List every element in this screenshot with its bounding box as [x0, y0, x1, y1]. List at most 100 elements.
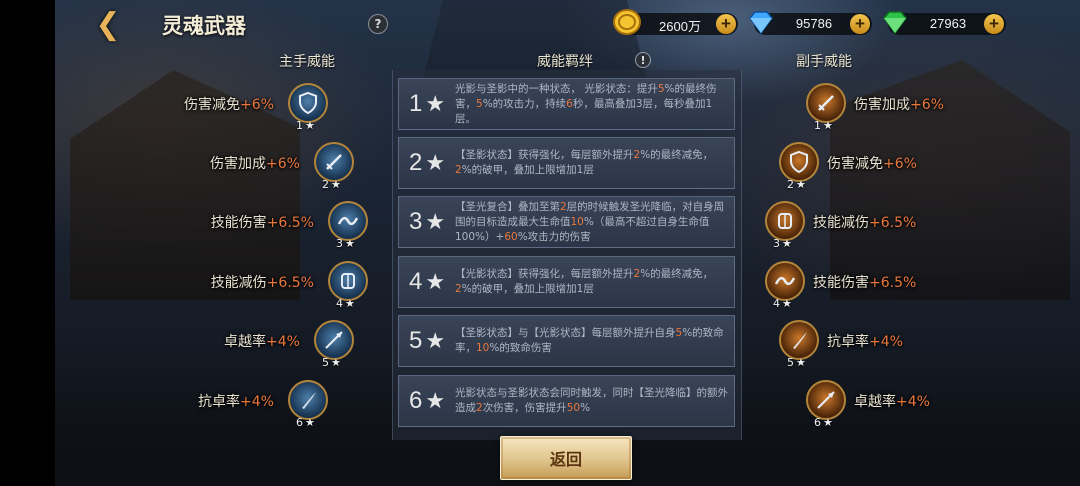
- skill-name: 技能伤害: [813, 275, 869, 291]
- currency-gem: 27963 +: [883, 11, 1006, 35]
- skill-label: 伤害加成+6%: [210, 153, 300, 173]
- info-warning-icon[interactable]: !: [635, 52, 651, 68]
- skill-value: +4%: [896, 394, 930, 410]
- add-diamond-button[interactable]: +: [850, 14, 870, 34]
- bond-level-number: 4: [408, 268, 423, 295]
- skill-name: 伤害减免: [827, 156, 883, 172]
- star-icon: ★: [425, 91, 446, 117]
- skill-star-level: 3 ★: [773, 237, 792, 250]
- skill-value: +6%: [240, 97, 274, 113]
- bond-level: 2 ★: [399, 149, 455, 177]
- skill-star-level: 5 ★: [787, 356, 806, 369]
- star-icon: ★: [331, 356, 341, 369]
- bond-text-segment: %的最终减免，: [640, 268, 714, 280]
- star-icon: ★: [425, 209, 446, 235]
- page-title: 灵魂武器: [162, 13, 246, 38]
- star-count: 3: [336, 237, 343, 250]
- skill-star-level: 4 ★: [773, 297, 792, 310]
- bond-row: 2 ★ 【圣影状态】获得强化，每层额外提升2%的最终减免，2%的破甲，叠加上限增加1…: [398, 137, 735, 189]
- bond-description: 【光影状态】获得强化，每层额外提升2%的最终减免，2%的破甲，叠加上限增加1层: [455, 267, 734, 297]
- star-icon: ★: [823, 119, 833, 132]
- skill-label: 抗卓率+4%: [198, 391, 274, 411]
- bond-level-number: 6: [408, 387, 423, 414]
- add-gem-button[interactable]: +: [984, 14, 1004, 34]
- star-icon: ★: [782, 297, 792, 310]
- bond-level-number: 2: [408, 149, 423, 176]
- bond-text-segment: 【圣影状态】获得强化，每层额外提升: [455, 149, 634, 161]
- bond-highlight-value: 6: [566, 97, 573, 110]
- star-icon: ★: [796, 356, 806, 369]
- blade-icon[interactable]: [288, 380, 328, 420]
- bond-level-number: 3: [408, 208, 423, 235]
- bond-text-segment: 【圣光复合】叠加至第: [455, 200, 560, 213]
- bond-highlight-value: 10: [476, 342, 490, 354]
- skill-label: 卓越率+4%: [854, 391, 930, 411]
- sword-icon[interactable]: [806, 83, 846, 123]
- star-icon: ★: [823, 416, 833, 429]
- skill-label: 技能伤害+6.5%: [211, 212, 314, 232]
- star-count: 6: [814, 416, 821, 429]
- return-button[interactable]: 返回: [500, 436, 632, 480]
- wave-icon[interactable]: [765, 261, 805, 301]
- armor-icon[interactable]: [328, 261, 368, 301]
- blade-icon[interactable]: [779, 320, 819, 360]
- bond-highlight-value: 60: [504, 230, 518, 243]
- armor-icon[interactable]: [765, 201, 805, 241]
- star-icon: ★: [425, 388, 446, 414]
- bond-text-segment: %: [580, 402, 591, 414]
- star-icon: ★: [425, 328, 446, 354]
- bond-highlight-value: 5: [476, 97, 483, 110]
- bond-highlight-value: 50: [566, 402, 581, 414]
- bond-level: 3 ★: [399, 208, 455, 236]
- shield-icon[interactable]: [288, 83, 328, 123]
- bond-row: 5 ★ 【圣影状态】与【光影状态】每层额外提升自身5%的致命率，10%的致命伤害: [398, 315, 735, 367]
- left-black-bar: [0, 0, 55, 486]
- blue-diamond-icon: [746, 7, 776, 37]
- bond-text-segment: %的破甲，叠加上限增加1层: [461, 283, 594, 295]
- skill-star-level: 2 ★: [322, 178, 341, 191]
- bond-description: 光影与圣影中的一种状态， 光影状态：提升5%的最终伤害，5%的攻击力，持续6秒，…: [455, 82, 734, 127]
- star-count: 2: [322, 178, 329, 191]
- shield-icon[interactable]: [779, 142, 819, 182]
- bond-text-segment: 【光影状态】获得强化，每层额外提升: [455, 268, 634, 280]
- star-icon: ★: [331, 178, 341, 191]
- star-icon: ★: [305, 119, 315, 132]
- bond-text-segment: 光影与圣影中的一种状态， 光影状态：提升: [455, 82, 658, 95]
- bond-highlight-value: 10: [570, 215, 584, 228]
- skill-label: 技能减伤+6.5%: [211, 272, 314, 292]
- star-count: 1: [814, 119, 821, 132]
- gem-amount: 27963: [929, 16, 967, 31]
- bond-text-segment: 【圣影状态】与【光影状态】每层额外提升自身: [455, 327, 676, 339]
- add-gold-button[interactable]: +: [716, 14, 736, 34]
- chevron-left-icon: ❮: [95, 6, 121, 42]
- gold-coin-icon: [612, 7, 642, 37]
- star-icon: ★: [425, 269, 446, 295]
- skill-star-level: 1 ★: [296, 119, 315, 132]
- bond-level: 5 ★: [399, 327, 455, 355]
- skill-name: 伤害加成: [854, 97, 910, 113]
- sword-icon[interactable]: [314, 142, 354, 182]
- skill-label: 伤害加成+6%: [854, 94, 944, 114]
- bond-highlight-value: 2: [476, 402, 483, 414]
- bond-highlight-value: 2: [455, 283, 462, 295]
- help-icon[interactable]: ?: [368, 14, 388, 34]
- skill-star-level: 3 ★: [336, 237, 355, 250]
- skill-star-level: 2 ★: [787, 178, 806, 191]
- skill-label: 技能减伤+6.5%: [813, 212, 916, 232]
- star-icon: ★: [345, 237, 355, 250]
- bond-description: 【圣光复合】叠加至第2层的时候触发圣光降临，对自身周围的目标造成最大生命值10%…: [455, 200, 734, 245]
- skill-value: +6.5%: [869, 275, 917, 291]
- skill-value: +4%: [869, 334, 903, 350]
- skill-name: 卓越率: [224, 334, 267, 350]
- spear-icon[interactable]: [314, 320, 354, 360]
- gold-amount: 2600万: [659, 19, 701, 34]
- skill-name: 伤害加成: [210, 156, 267, 172]
- back-button[interactable]: ❮: [88, 6, 128, 42]
- star-count: 5: [787, 356, 794, 369]
- skill-name: 抗卓率: [198, 394, 241, 410]
- bond-text-segment: %的攻击力，持续: [482, 97, 567, 110]
- star-icon: ★: [345, 297, 355, 310]
- wave-icon[interactable]: [328, 201, 368, 241]
- spear-icon[interactable]: [806, 380, 846, 420]
- skill-value: +4%: [240, 394, 274, 410]
